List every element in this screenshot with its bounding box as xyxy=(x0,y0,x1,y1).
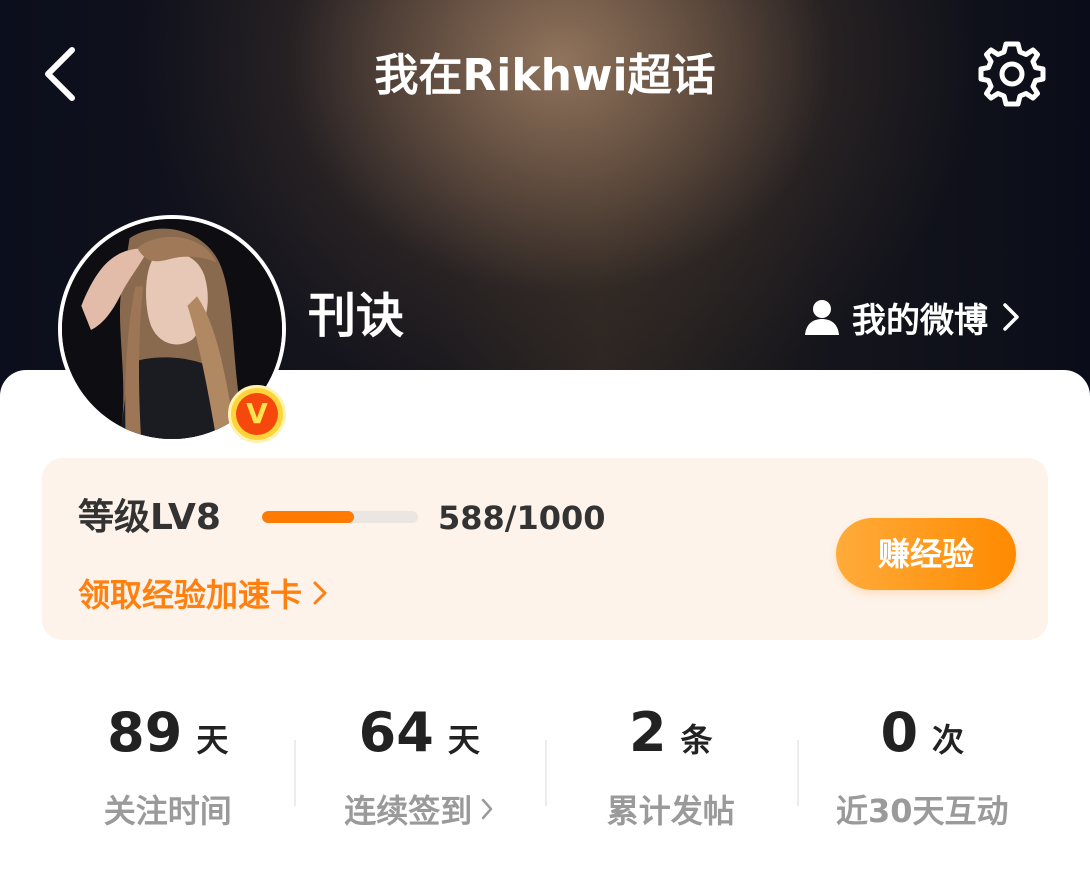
settings-button[interactable] xyxy=(972,34,1052,114)
stat-unit: 天 xyxy=(196,721,229,759)
level-progress-bar xyxy=(262,511,418,523)
stat-label: 累计发帖 xyxy=(606,792,735,830)
stat-label: 关注时间 xyxy=(103,792,232,830)
gear-icon xyxy=(978,41,1046,107)
stat-value: 89 xyxy=(107,701,183,764)
stats-row: 89 天 关注时间 64 天 连续签到 2 条 累计发帖 0 次 近30天互动 xyxy=(42,680,1048,850)
vip-badge-label: V xyxy=(236,393,278,435)
earn-experience-button[interactable]: 赚经验 xyxy=(836,518,1016,590)
level-panel: 等级LV8 588/1000 领取经验加速卡 赚经验 xyxy=(42,458,1048,640)
vip-badge: V xyxy=(228,385,286,443)
page-title: 我在Rikhwi超话 xyxy=(374,50,716,101)
chevron-left-icon xyxy=(45,47,75,101)
level-progress-fill xyxy=(262,511,354,523)
chevron-right-icon xyxy=(482,798,493,820)
stat-value: 64 xyxy=(358,701,434,764)
stat-follow-time: 89 天 关注时间 xyxy=(42,680,294,850)
stat-interactions-30d: 0 次 近30天互动 xyxy=(796,680,1049,850)
level-label: 等级LV8 xyxy=(78,497,221,538)
chevron-right-icon xyxy=(1003,303,1019,331)
my-weibo-link[interactable]: 我的微博 xyxy=(802,292,1022,342)
stat-value: 2 xyxy=(628,701,667,764)
back-button[interactable] xyxy=(34,42,86,106)
stat-unit: 次 xyxy=(932,721,965,759)
user-icon xyxy=(805,300,839,335)
stat-label: 连续签到 xyxy=(344,792,473,830)
chevron-right-icon xyxy=(313,581,327,605)
stat-unit: 天 xyxy=(447,721,480,759)
my-weibo-label: 我的微博 xyxy=(852,300,988,341)
stat-checkin-streak[interactable]: 64 天 连续签到 xyxy=(293,680,546,850)
stat-unit: 条 xyxy=(680,721,713,759)
stat-label: 近30天互动 xyxy=(835,792,1009,830)
stat-value: 0 xyxy=(880,701,919,764)
username: 刊诀 xyxy=(308,288,405,344)
level-progress-text: 588/1000 xyxy=(438,499,606,537)
speed-card-label: 领取经验加速卡 xyxy=(78,576,303,614)
stat-total-posts: 2 条 累计发帖 xyxy=(545,680,797,850)
speed-card-link[interactable]: 领取经验加速卡 xyxy=(78,570,328,616)
